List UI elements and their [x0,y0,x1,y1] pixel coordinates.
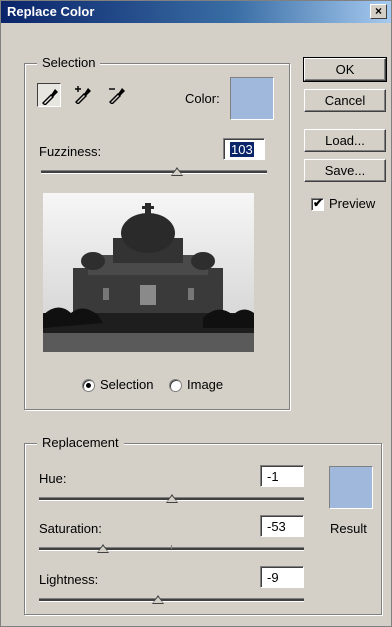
load-button[interactable]: Load... [304,129,386,152]
result-swatch[interactable] [329,466,373,509]
hue-slider-thumb[interactable] [165,494,178,503]
preview-checkbox[interactable]: ✔ [311,196,324,211]
fuzziness-value: 103 [230,142,254,157]
saturation-slider[interactable] [39,544,304,555]
lightness-label: Lightness: [39,572,99,587]
saturation-input[interactable]: -53 [260,515,304,537]
selection-preview-image[interactable] [43,193,254,352]
fuzziness-slider-thumb[interactable] [170,167,183,176]
hue-input[interactable]: -1 [260,465,304,487]
selection-radio-label[interactable]: Selection [100,377,153,392]
eyedropper-tool-button[interactable] [37,83,61,107]
ok-button[interactable]: OK [303,57,387,82]
church-preview-icon [43,193,254,352]
window-title: Replace Color [7,4,95,19]
eyedropper-plus-icon [75,86,91,104]
lightness-slider[interactable] [39,595,304,606]
result-label: Result [330,521,367,536]
saturation-label: Saturation: [39,521,102,536]
fuzziness-slider-track [41,170,267,174]
preview-label[interactable]: Preview [329,196,375,211]
replacement-legend: Replacement [37,435,124,450]
replace-color-dialog: Replace Color × Selection Color: Fuzzine… [0,0,392,627]
fuzziness-slider[interactable] [41,167,267,178]
selection-radio-dot [86,383,91,388]
color-label: Color: [185,91,220,106]
selection-legend: Selection [37,55,101,70]
selection-radio[interactable] [82,379,95,392]
image-radio-label[interactable]: Image [187,377,223,392]
hue-slider[interactable] [39,494,304,505]
lightness-slider-track [39,598,304,602]
fuzziness-input[interactable]: 103 [223,138,265,160]
hue-label: Hue: [39,471,67,486]
saturation-slider-center-tick [171,545,172,549]
add-to-sample-tool-button[interactable] [71,83,95,107]
title-bar[interactable]: Replace Color × [1,1,391,23]
eyedropper-minus-icon [109,88,125,104]
fuzziness-label: Fuzziness: [39,144,102,159]
save-button[interactable]: Save... [304,159,386,182]
image-radio[interactable] [169,379,182,392]
saturation-slider-thumb[interactable] [96,544,109,553]
subtract-from-sample-tool-button[interactable] [105,83,129,107]
cancel-button[interactable]: Cancel [304,89,386,112]
lightness-slider-thumb[interactable] [152,595,165,604]
lightness-input[interactable]: -9 [260,566,304,588]
color-swatch[interactable] [230,77,274,120]
check-icon: ✔ [313,196,324,210]
close-button[interactable]: × [370,4,387,19]
eyedropper-icon [42,89,58,105]
